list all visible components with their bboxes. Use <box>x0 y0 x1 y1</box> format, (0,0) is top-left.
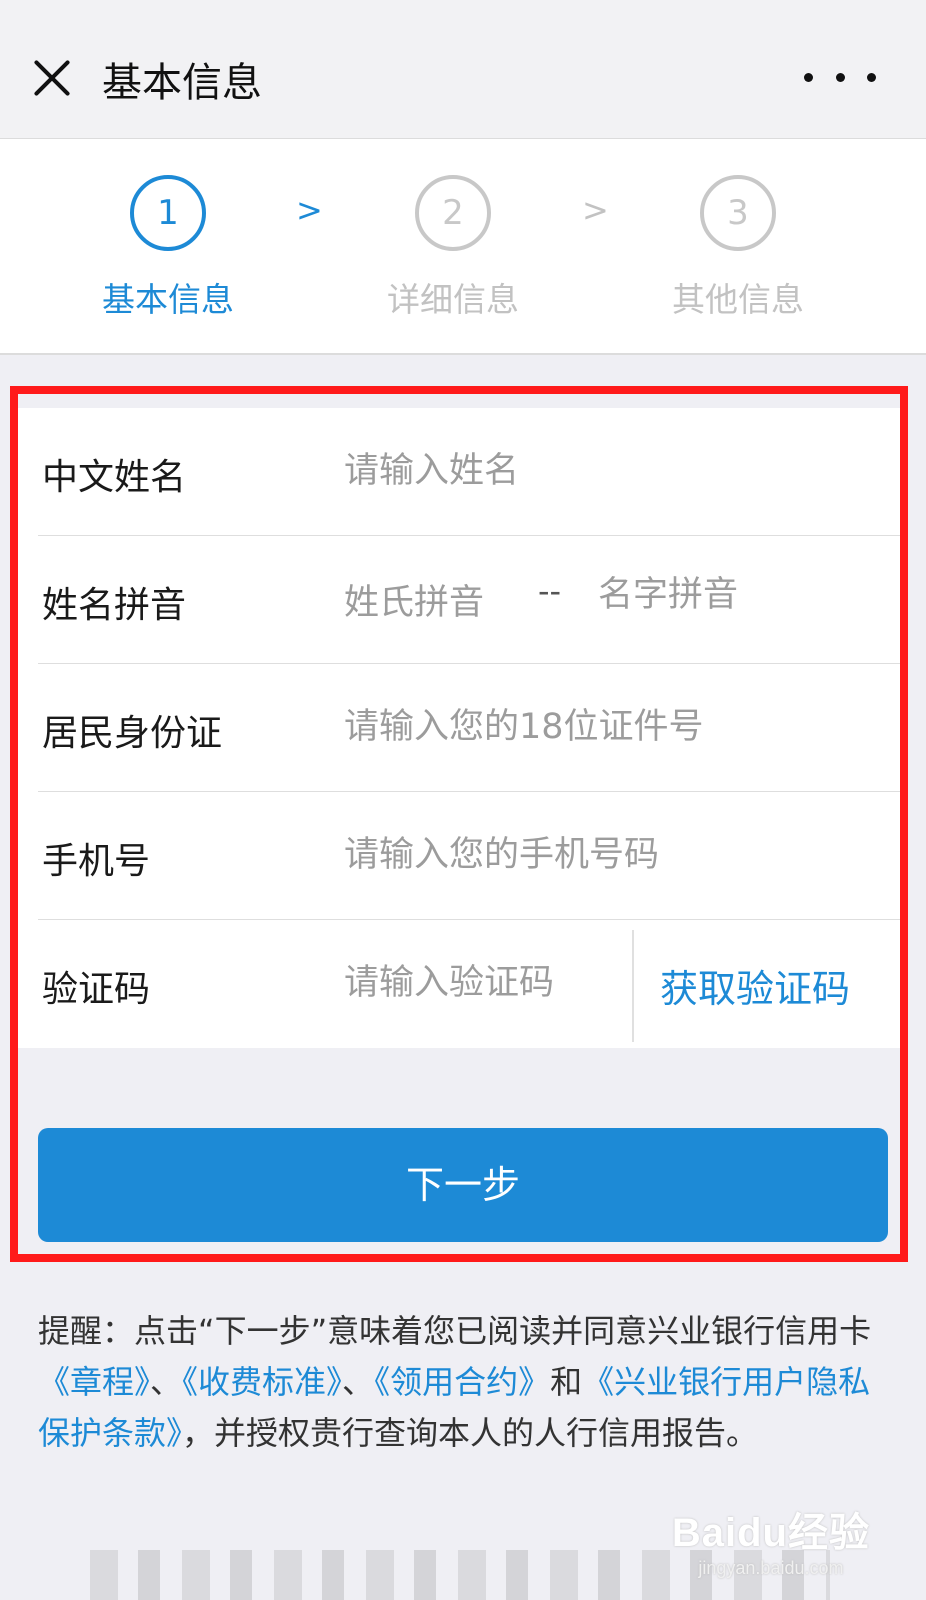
phone-label: 手机号 <box>42 841 151 882</box>
step-1-number: 1 <box>130 175 206 251</box>
verification-code-input[interactable] <box>344 954 624 1012</box>
top-bar: 基本信息 <box>0 0 926 139</box>
surname-pinyin-input[interactable] <box>344 574 504 632</box>
step-detail-info: 2 详细信息 <box>363 175 543 321</box>
fee-standard-link[interactable]: 《收费标准》 <box>182 1363 342 1401</box>
agreement-notice: 提醒：点击“下一步”意味着您已阅读并同意兴业银行信用卡《章程》、《收费标准》、《… <box>38 1306 888 1459</box>
row-name-pinyin: 姓名拼音 -- <box>18 536 908 664</box>
code-divider <box>632 930 634 1042</box>
row-verification-code: 验证码 获取验证码 <box>18 920 908 1048</box>
watermark-url: jingyan.baidu.com <box>698 1558 844 1578</box>
step-other-info: 3 其他信息 <box>648 175 828 321</box>
phone-input[interactable] <box>344 826 864 884</box>
step-basic-info: 1 基本信息 <box>78 175 258 321</box>
id-card-label: 居民身份证 <box>42 713 223 754</box>
close-icon[interactable] <box>30 56 74 100</box>
watermark-logo-text: Baidu经验 <box>671 1511 870 1555</box>
verification-code-label: 验证码 <box>42 969 151 1010</box>
more-options-icon[interactable] <box>804 70 876 84</box>
notice-prefix: 提醒：点击“下一步”意味着您已阅读并同意兴业银行信用卡 <box>38 1312 872 1350</box>
step-2-label: 详细信息 <box>387 280 519 319</box>
card-agreement-link[interactable]: 《领用合约》 <box>374 1363 550 1401</box>
row-chinese-name: 中文姓名 <box>18 408 908 536</box>
get-code-button[interactable]: 获取验证码 <box>660 958 850 1013</box>
row-phone: 手机号 <box>18 792 908 920</box>
pinyin-separator: -- <box>538 572 562 610</box>
notice-and: 和 <box>550 1363 583 1401</box>
basic-info-form: 中文姓名 姓名拼音 -- 居民身份证 手机号 验证码 获取验证码 <box>18 408 908 1048</box>
step-3-label: 其他信息 <box>672 280 804 319</box>
step-3-number: 3 <box>700 175 776 251</box>
charter-link[interactable]: 《章程》 <box>38 1363 150 1401</box>
step-arrow-1: > <box>296 191 323 229</box>
row-id-card: 居民身份证 <box>18 664 908 792</box>
notice-separator: 、 <box>342 1363 375 1401</box>
progress-stepper: 1 基本信息 > 2 详细信息 > 3 其他信息 <box>0 139 926 355</box>
step-arrow-2: > <box>582 191 609 229</box>
notice-suffix: ，并授权贵行查询本人的人行信用报告。 <box>182 1414 759 1452</box>
id-card-input[interactable] <box>344 698 864 756</box>
step-1-label: 基本信息 <box>102 280 234 319</box>
baidu-watermark: Baidu经验 jingyan.baidu.com <box>672 1500 870 1579</box>
next-step-button[interactable]: 下一步 <box>38 1128 888 1242</box>
page-title: 基本信息 <box>102 60 262 106</box>
chinese-name-label: 中文姓名 <box>42 457 187 498</box>
chinese-name-input[interactable] <box>344 442 864 500</box>
name-pinyin-label: 姓名拼音 <box>42 585 187 626</box>
given-name-pinyin-input[interactable] <box>598 566 818 624</box>
step-2-number: 2 <box>415 175 491 251</box>
notice-separator: 、 <box>150 1363 183 1401</box>
